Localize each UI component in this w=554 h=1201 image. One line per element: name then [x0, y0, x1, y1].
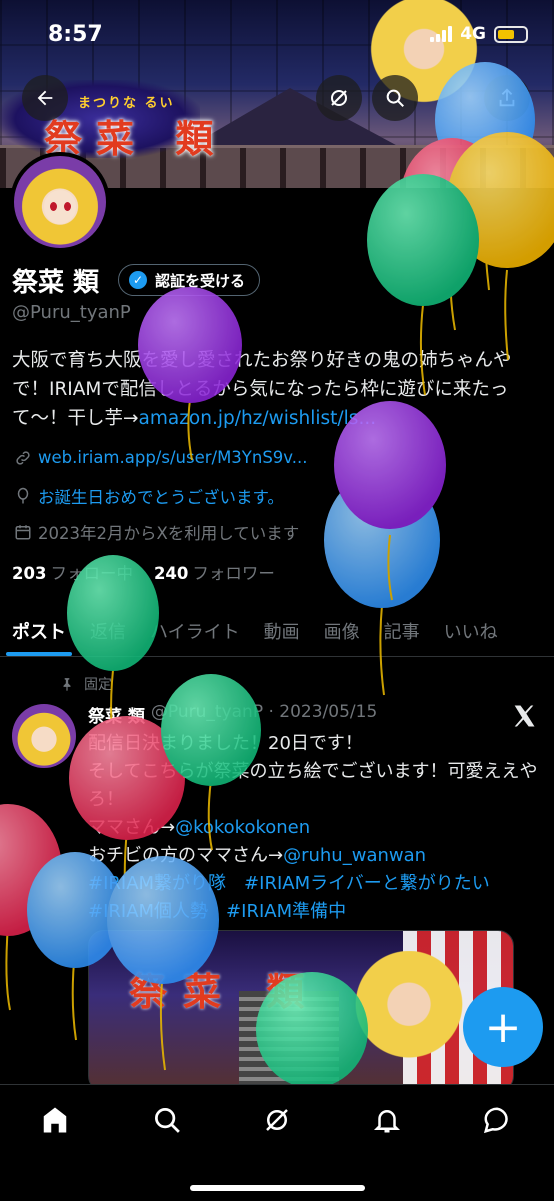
status-bar: 8:57 4G: [0, 0, 554, 70]
grok-icon: [331, 90, 347, 106]
nav-messages[interactable]: [480, 1103, 514, 1137]
bottom-navigation: [0, 1084, 554, 1201]
back-arrow-icon: [37, 90, 53, 106]
battery-icon: [494, 25, 528, 43]
search-icon: [155, 1108, 180, 1133]
nav-notifications[interactable]: [370, 1103, 404, 1137]
balloons-overlay: [0, 62, 554, 1088]
nav-home[interactable]: [38, 1103, 72, 1137]
grok-icon: [266, 1109, 288, 1131]
status-time: 8:57: [48, 22, 103, 47]
back-button[interactable]: [22, 75, 68, 121]
signal-icon: [430, 26, 453, 42]
message-icon: [483, 1107, 508, 1134]
search-button[interactable]: [372, 75, 418, 121]
nav-search[interactable]: [150, 1103, 184, 1137]
search-icon: [386, 89, 404, 107]
compose-icon: +: [484, 1001, 522, 1053]
home-icon: [43, 1107, 67, 1133]
home-indicator: [190, 1185, 365, 1191]
compose-button[interactable]: +: [463, 987, 543, 1067]
grok-button[interactable]: [316, 75, 362, 121]
balloon-icon: [0, 62, 554, 1088]
network-label: 4G: [460, 24, 486, 44]
bell-icon: [373, 1110, 401, 1133]
nav-grok[interactable]: [260, 1103, 294, 1137]
